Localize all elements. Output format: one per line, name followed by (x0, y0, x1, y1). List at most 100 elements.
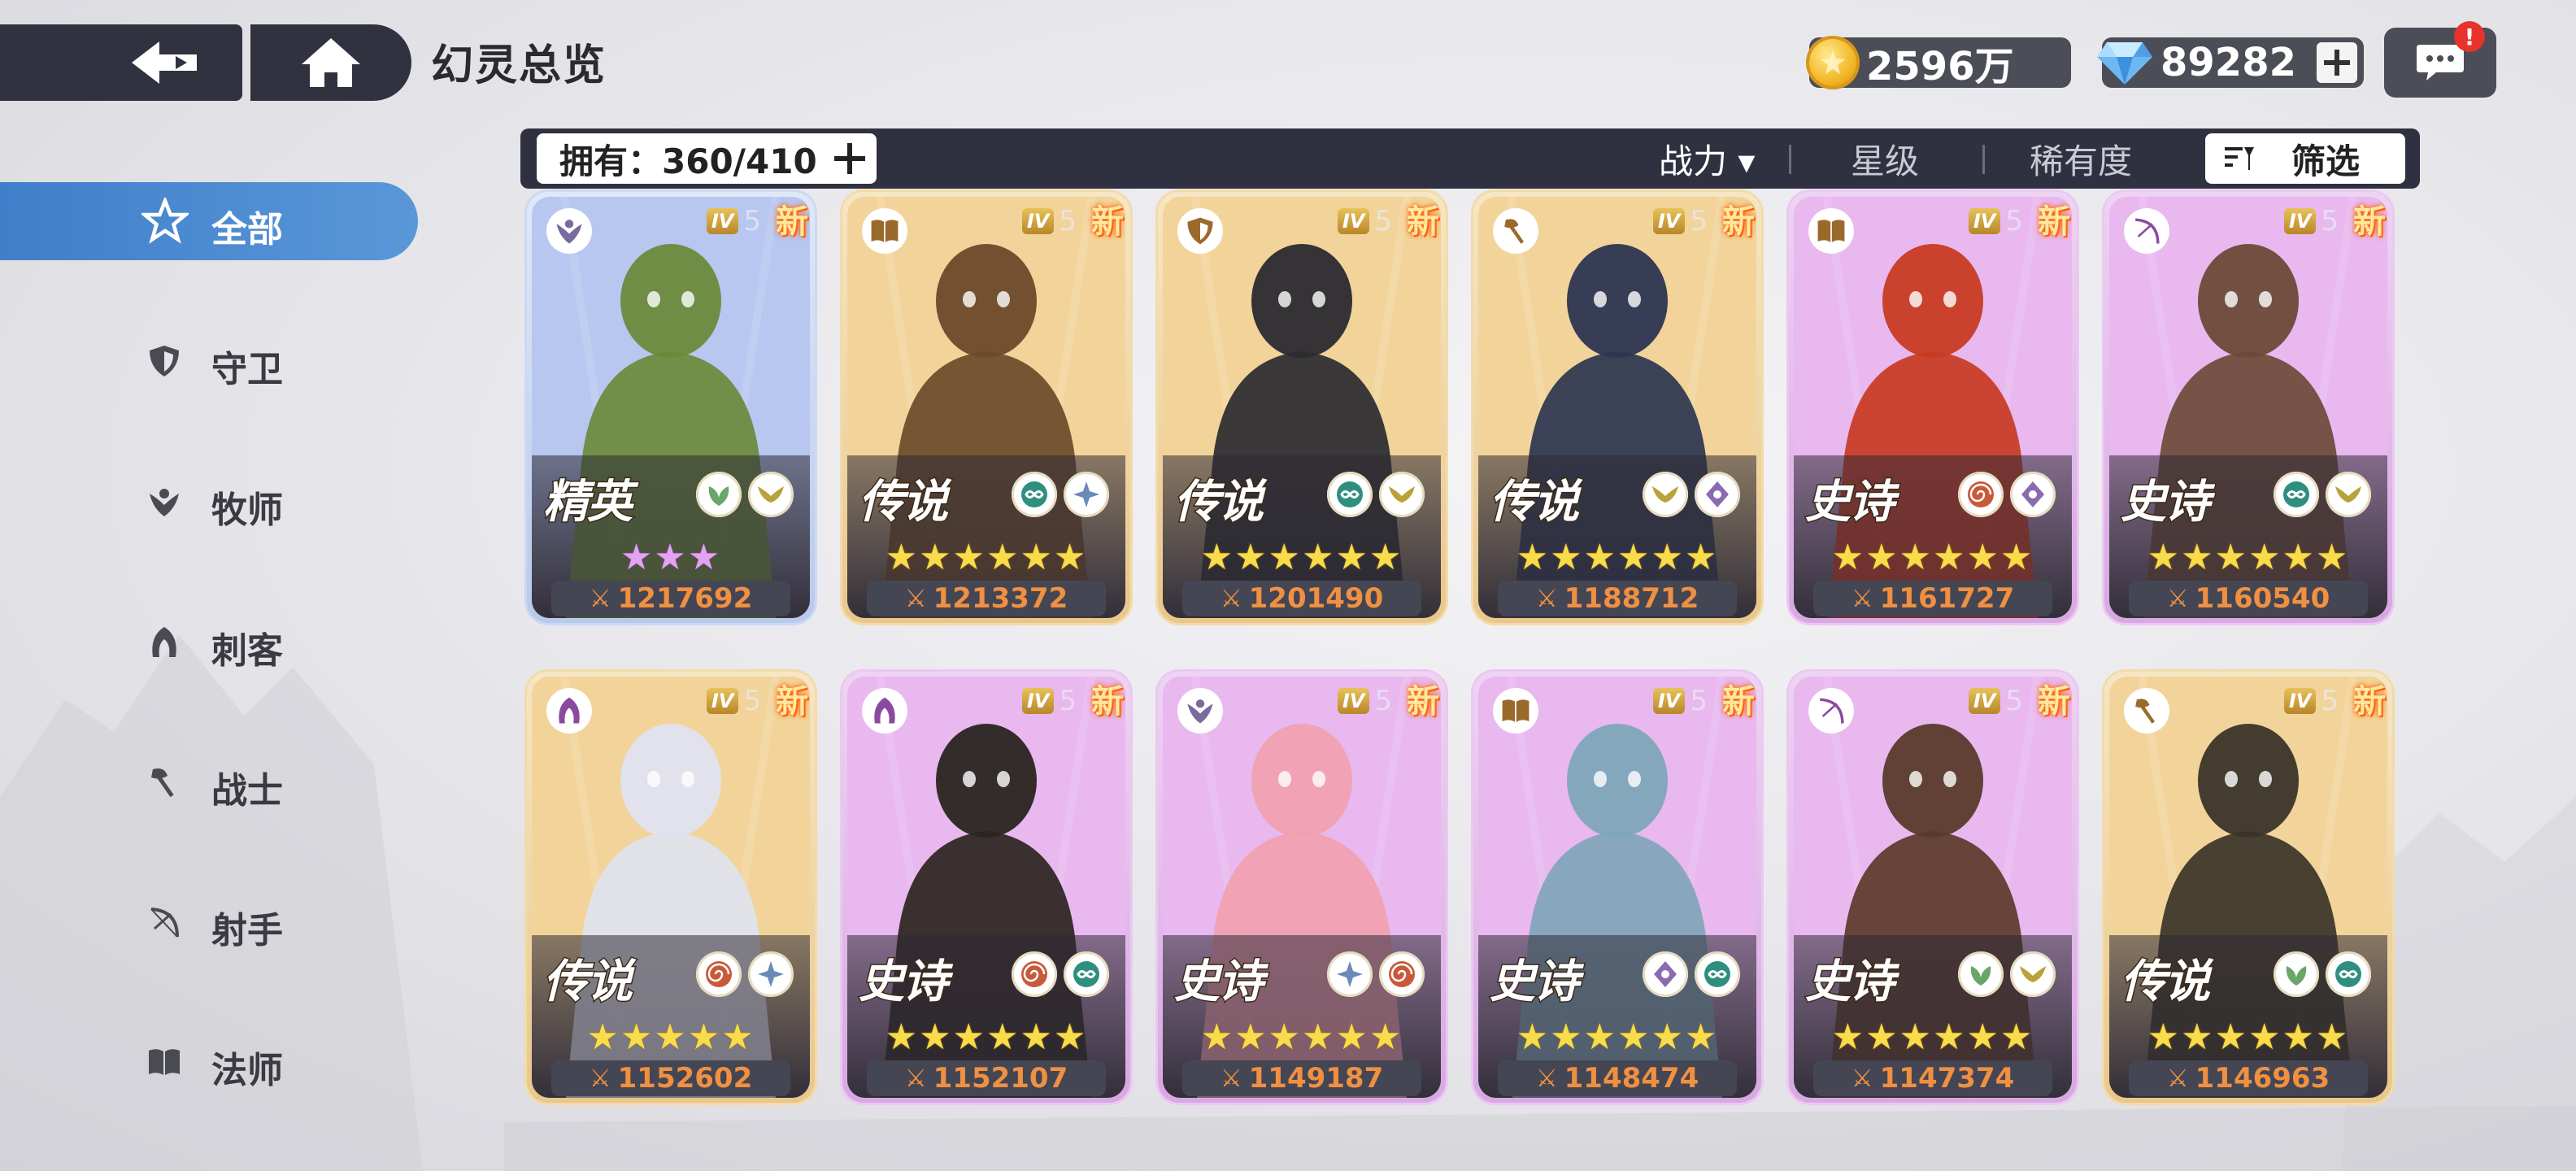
sidebar-item-assassin[interactable]: 刺客 (0, 603, 418, 681)
trait-badges (1958, 472, 2056, 517)
crossed-swords-icon: ⚔ (1851, 1064, 1873, 1093)
power-bar: ⚔ 1201490 (1182, 581, 1421, 616)
hero-card[interactable]: IV 5 新 传说 ★★★★★ ⚔ 1152602 (527, 672, 815, 1103)
new-badge: 新 (1722, 203, 1755, 241)
new-badge: 新 (1091, 203, 1124, 241)
page-title: 幻灵总览 (431, 41, 607, 90)
hero-card[interactable]: IV 5 新 传说 ★★★★★★ ⚔ 1213372 (842, 192, 1130, 623)
hero-card[interactable]: IV 5 新 传说 ★★★★★★ ⚔ 1201490 (1158, 192, 1446, 623)
gem-icon (2097, 42, 2152, 85)
wing-badge-icon (2010, 951, 2056, 997)
crossed-swords-icon: ⚔ (589, 584, 611, 613)
chat-bubble-icon (2417, 45, 2464, 81)
tier-tag: IV (1652, 688, 1686, 714)
owned-count-button[interactable]: 拥有：360/410 (537, 133, 877, 184)
diamond-badge-icon (1695, 472, 1740, 517)
class-badge (546, 208, 592, 254)
leaf-badge-icon (2274, 951, 2319, 997)
power-value: 1148474 (1564, 1062, 1699, 1095)
power-bar: ⚔ 1152107 (867, 1060, 1106, 1096)
power-value: 1188712 (1564, 582, 1699, 615)
power-bar: ⚔ 1146963 (2129, 1060, 2368, 1096)
power-bar: ⚔ 1161727 (1813, 581, 2052, 616)
chat-button[interactable]: ! (2384, 21, 2496, 98)
rarity-label: 传说 (1173, 475, 1265, 530)
hero-card[interactable]: IV 5 新 史诗 ★★★★★★ ⚔ 1148474 (1473, 672, 1761, 1103)
sidebar-item-label: 刺客 (211, 630, 283, 672)
tier-tag: IV (1968, 688, 2001, 714)
sidebar-item-label: 法师 (211, 1050, 283, 1091)
level-number: 5 (1059, 205, 1077, 237)
crossed-swords-icon: ⚔ (2166, 1064, 2189, 1093)
star-rating: ★★★★★★ (885, 537, 1088, 578)
hero-card[interactable]: IV 5 新 史诗 ★★★★★★ ⚔ 1152107 (842, 672, 1130, 1103)
power-value: 1217692 (617, 582, 753, 615)
new-badge: 新 (2353, 683, 2386, 720)
sidebar-item-mage[interactable]: 法师 (0, 1023, 418, 1101)
rarity-label: 史诗 (1173, 955, 1265, 1010)
diamond-badge-icon (2010, 472, 2056, 517)
trait-badges (1012, 472, 1109, 517)
gem-amount: 89282 (2160, 40, 2296, 85)
power-bar: ⚔ 1213372 (867, 581, 1106, 616)
crossed-swords-icon: ⚔ (1535, 1064, 1558, 1093)
hero-card[interactable]: IV 5 新 史诗 ★★★★★★ ⚔ 1161727 (1789, 192, 2077, 623)
trait-badges (696, 472, 794, 517)
sort-rarity-tab[interactable]: 稀有度 (2030, 135, 2132, 182)
rarity-label: 传说 (858, 475, 950, 530)
class-badge (1177, 208, 1223, 254)
tier-tag: IV (1337, 208, 1370, 234)
tier-tag: IV (1337, 688, 1370, 714)
home-button[interactable] (250, 24, 411, 101)
add-gems-button[interactable] (2317, 42, 2357, 83)
power-value: 1147374 (1879, 1062, 2015, 1095)
back-button[interactable] (0, 24, 242, 101)
wing-badge-icon (748, 472, 794, 517)
spiral-badge-icon (1958, 472, 2004, 517)
hero-card[interactable]: IV 5 新 精英 ★★★ ⚔ 1217692 (527, 192, 815, 623)
level-number: 5 (743, 205, 761, 237)
sidebar-item-guard[interactable]: 守卫 (0, 322, 418, 400)
sidebar-item-all[interactable]: 全部 (0, 182, 418, 260)
hero-card[interactable]: IV 5 新 传说 ★★★★★★ ⚔ 1188712 (1473, 192, 1761, 623)
divider (1789, 145, 1791, 174)
level-number: 5 (2321, 685, 2339, 717)
crossed-swords-icon: ⚔ (904, 1064, 927, 1093)
hero-card[interactable]: IV 5 新 史诗 ★★★★★★ ⚔ 1160540 (2104, 192, 2392, 623)
sidebar-item-warrior[interactable]: 战士 (0, 743, 418, 821)
new-badge: 新 (2038, 683, 2070, 720)
sidebar-item-archer[interactable]: 射手 (0, 883, 418, 961)
hero-portrait: IV 5 新 史诗 ★★★★★★ ⚔ 1160540 (2109, 197, 2387, 618)
new-badge: 新 (776, 203, 808, 241)
level-tag: IV 5 (1968, 205, 2023, 237)
class-badge (862, 208, 907, 254)
crossed-swords-icon: ⚔ (2166, 584, 2189, 613)
hero-portrait: IV 5 新 传说 ★★★★★★ ⚔ 1146963 (2109, 677, 2387, 1098)
sort-star-tab[interactable]: 星级 (1851, 135, 1919, 182)
filter-button[interactable]: 筛选 (2205, 133, 2405, 184)
power-bar: ⚔ 1152602 (551, 1060, 790, 1096)
crossed-swords-icon: ⚔ (1220, 584, 1242, 613)
infinity-badge-icon (1012, 472, 1057, 517)
home-icon (302, 38, 360, 87)
sort-power-tab[interactable]: 战力 ▾ (1659, 135, 1755, 182)
power-bar: ⚔ 1148474 (1498, 1060, 1737, 1096)
hero-card[interactable]: IV 5 新 传说 ★★★★★★ ⚔ 1146963 (2104, 672, 2392, 1103)
level-number: 5 (2321, 205, 2339, 237)
owned-count: 拥有：360/410 (559, 141, 817, 181)
tier-tag: IV (1021, 208, 1055, 234)
wing-badge-icon (1643, 472, 1688, 517)
new-badge: 新 (776, 683, 808, 720)
crossed-swords-icon: ⚔ (1535, 584, 1558, 613)
book-icon (871, 220, 899, 242)
tier-tag: IV (2283, 688, 2317, 714)
plus-icon (2324, 50, 2350, 76)
level-number: 5 (1059, 685, 1077, 717)
hero-card[interactable]: IV 5 新 史诗 ★★★★★★ ⚔ 1147374 (1789, 672, 2077, 1103)
sidebar-item-priest[interactable]: 牧师 (0, 463, 418, 541)
power-value: 1152602 (617, 1062, 753, 1095)
star-rating: ★★★ (620, 537, 722, 578)
hero-card[interactable]: IV 5 新 史诗 ★★★★★★ ⚔ 1149187 (1158, 672, 1446, 1103)
power-value: 1152107 (933, 1062, 1068, 1095)
gold-coin-icon (1806, 36, 1860, 89)
